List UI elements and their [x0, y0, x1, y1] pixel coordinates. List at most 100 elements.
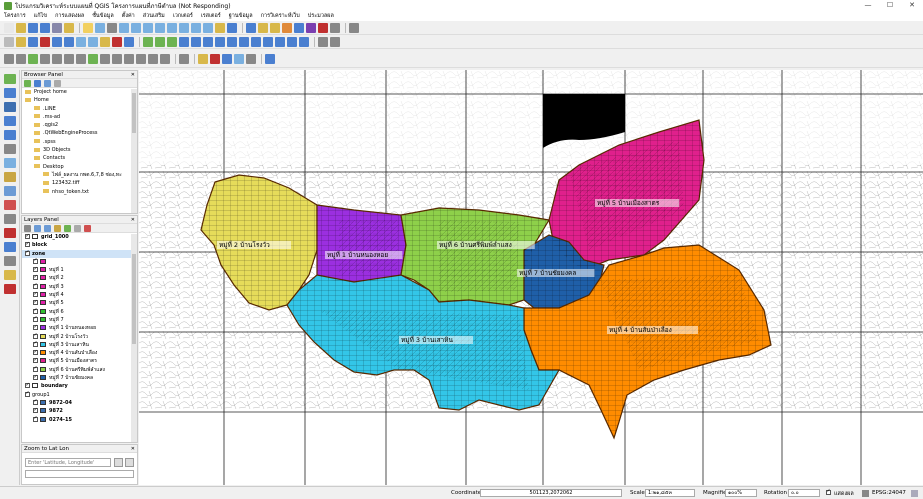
save-edits-icon[interactable] [28, 36, 38, 47]
layer-visibility-checkbox[interactable] [33, 299, 38, 306]
add-layer-tool-10-icon[interactable] [4, 214, 16, 224]
browser-item[interactable]: 3D Objects [22, 146, 137, 154]
layer-visibility-checkbox[interactable] [33, 366, 38, 373]
menu-item[interactable]: ตั้งค่า [122, 12, 135, 20]
copy-icon[interactable] [100, 36, 110, 47]
layer-visibility-checkbox[interactable] [33, 407, 38, 414]
fill-ring-icon[interactable] [179, 36, 189, 47]
new-map-icon[interactable] [179, 22, 189, 33]
refresh-icon[interactable] [34, 79, 41, 87]
zoom-layer-icon[interactable] [131, 22, 141, 33]
menu-item[interactable]: ฐานข้อมูล [229, 12, 253, 20]
browser-item[interactable]: Desktop [22, 163, 137, 171]
layer-visibility-checkbox[interactable] [33, 274, 38, 281]
snap-icon[interactable] [136, 53, 146, 64]
close-button[interactable]: ✕ [901, 0, 923, 11]
reshape-icon[interactable] [191, 36, 201, 47]
layer-item[interactable]: หมู่ที่ 3 [22, 283, 137, 291]
tool-icon[interactable] [112, 53, 122, 64]
add-layer-tool-3-icon[interactable] [4, 116, 16, 126]
expression-icon[interactable] [54, 224, 61, 232]
layer-item[interactable]: หมู่ที่ 5 บ้านเมืองสาตร [22, 357, 137, 365]
layer-item[interactable]: หมู่ที่ 1 บ้านหนองหอย [22, 324, 137, 332]
filter-icon[interactable] [44, 79, 51, 87]
layer-visibility-checkbox[interactable] [33, 399, 38, 406]
layer-item[interactable]: หมู่ที่ 2 [22, 274, 137, 282]
panel-close-icon[interactable]: ✕ [131, 71, 135, 79]
delete-icon[interactable] [40, 36, 50, 47]
ring-icon[interactable] [155, 36, 165, 47]
rotate-icon[interactable] [239, 36, 249, 47]
identify-icon[interactable] [227, 22, 237, 33]
zoom-select-icon[interactable] [143, 22, 153, 33]
render-checkbox[interactable] [826, 488, 833, 496]
cut-icon[interactable] [330, 36, 340, 47]
zoom-in-icon[interactable] [95, 22, 105, 33]
add-layer-tool-13-icon[interactable] [4, 256, 16, 266]
label-icon[interactable] [4, 53, 14, 64]
zoom-out-icon[interactable] [107, 22, 117, 33]
coordinate-field[interactable]: 501123,2072062 [480, 489, 622, 497]
add-layer-tool-2-icon[interactable] [4, 102, 16, 112]
browser-item[interactable]: .LINE [22, 105, 137, 113]
messages-icon[interactable] [911, 490, 918, 497]
clear-marker-icon[interactable] [125, 458, 134, 467]
add-feature-icon[interactable] [299, 36, 309, 47]
browser-item[interactable]: ไฟล์_ผลงาน กพต.6,7,8 ช่อง,ทะ [22, 171, 137, 179]
remove-icon[interactable] [84, 224, 91, 232]
trace-icon[interactable] [148, 53, 158, 64]
change-label-icon[interactable] [222, 53, 232, 64]
highlight-icon[interactable] [234, 53, 244, 64]
style-icon[interactable] [24, 224, 31, 232]
browser-item[interactable]: .spss [22, 138, 137, 146]
layer-visibility-checkbox[interactable] [33, 333, 38, 339]
menu-item[interactable]: ชั้นข้อมูล [92, 12, 114, 20]
edit-icon[interactable] [263, 36, 273, 47]
save-as-icon[interactable] [349, 22, 359, 33]
panel-close-icon[interactable]: ✕ [131, 216, 135, 224]
latlon-result-field[interactable] [25, 470, 134, 478]
save-as-icon[interactable] [40, 22, 50, 33]
layer-visibility-checkbox[interactable] [33, 374, 38, 381]
layer-item[interactable]: 9872 [22, 407, 137, 415]
pin-icon[interactable] [179, 53, 189, 64]
browser-item[interactable]: Contacts [22, 154, 137, 162]
layer-visibility-checkbox[interactable] [33, 416, 38, 422]
add-layer-tool-9-icon[interactable] [4, 200, 16, 210]
add-layer-tool-12-icon[interactable] [4, 242, 16, 252]
add-layer-tool-5-icon[interactable] [4, 144, 16, 154]
simplify-icon[interactable] [143, 36, 153, 47]
paste-icon[interactable] [112, 36, 122, 47]
layer-item[interactable] [22, 258, 137, 266]
sigma-icon[interactable] [282, 22, 292, 33]
advanced-icon[interactable] [160, 53, 170, 64]
crs-label[interactable]: EPSG:24047 [872, 490, 906, 496]
open-icon[interactable] [16, 22, 26, 33]
menu-item[interactable]: การวิเคราะห์เว็บ [261, 12, 300, 20]
measure-icon[interactable] [258, 22, 268, 33]
node-icon[interactable] [76, 36, 86, 47]
layer-item[interactable]: boundary [22, 382, 137, 390]
add-layer-tool-15-icon[interactable] [4, 284, 16, 294]
magnifier-field[interactable]: ๑๐๐% [725, 489, 757, 497]
open-icon[interactable] [330, 22, 340, 33]
layer-item[interactable]: block [22, 241, 137, 249]
layer-visibility-checkbox[interactable] [33, 341, 38, 348]
browser-item[interactable]: nhso_token.txt [22, 188, 137, 196]
add-icon[interactable] [24, 79, 31, 87]
add-layer-tool-1-icon[interactable] [4, 88, 16, 98]
layer-visibility-checkbox[interactable] [33, 283, 38, 290]
layer-item[interactable]: group1 [22, 391, 137, 399]
new-project-icon[interactable] [4, 22, 14, 33]
menu-item[interactable]: เรสเตอร์ [201, 12, 221, 20]
browser-item[interactable]: .ms-ad [22, 113, 137, 121]
layer-item[interactable]: หมู่ที่ 1 [22, 266, 137, 274]
add-layer-tool-8-icon[interactable] [4, 186, 16, 196]
menu-item[interactable]: การแสดงผล [55, 12, 84, 20]
map-tips-icon[interactable] [294, 22, 304, 33]
change-label-icon[interactable] [64, 53, 74, 64]
layer-visibility-checkbox[interactable] [33, 324, 38, 331]
menu-item[interactable]: ประมวลผล [308, 12, 334, 20]
layer-visibility-checkbox[interactable] [25, 391, 30, 397]
latlon-input[interactable] [25, 458, 111, 467]
